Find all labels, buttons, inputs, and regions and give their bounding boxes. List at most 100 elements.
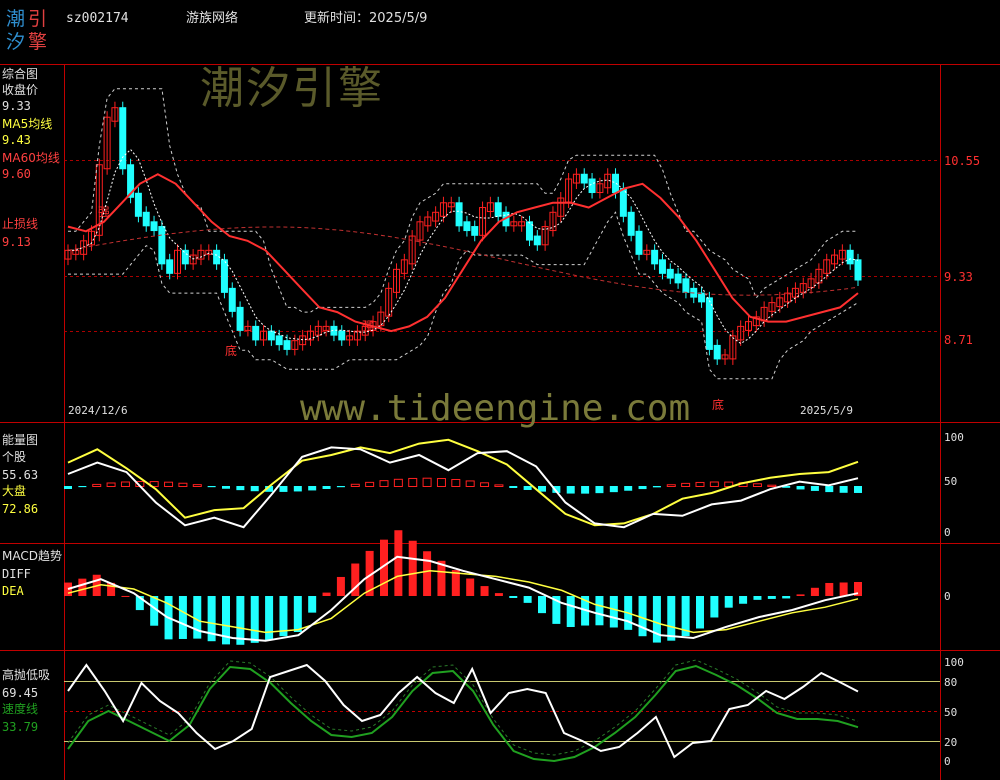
candle-body — [674, 273, 682, 284]
candle-body — [698, 292, 706, 303]
ma5-value: 9.43 — [2, 133, 31, 147]
candle-body — [682, 278, 690, 293]
energy-bar — [279, 486, 288, 492]
candle-body — [267, 330, 275, 341]
main-tick-3: 8.71 — [944, 333, 973, 347]
candle-body — [463, 221, 471, 232]
candle-body — [627, 211, 635, 236]
main-reference-lines — [64, 160, 940, 332]
energy-bar — [638, 486, 647, 490]
candle-body — [619, 188, 627, 217]
stoploss-value: 9.13 — [2, 235, 31, 249]
energy-bar — [451, 478, 461, 488]
gaodi-legend: 高抛低吸 69.45 速度线 33.79 — [2, 667, 50, 734]
macd-bar — [810, 587, 819, 596]
candle-body — [494, 202, 502, 217]
main-panel: 10.55 9.33 8.71 综合图 收盘价 9.33 MA5均线 9.43 … — [2, 66, 980, 417]
energy-bar — [64, 486, 72, 489]
energy-bar — [78, 486, 87, 488]
candle-body — [846, 249, 854, 265]
main-tick-1: 10.55 — [944, 154, 980, 168]
candle-body — [119, 107, 127, 170]
macd-bar — [121, 595, 130, 597]
main-axis-ticks: 10.55 9.33 8.71 — [944, 154, 980, 347]
macd-bar — [825, 582, 834, 596]
candle-body — [713, 344, 721, 360]
date-start: 2024/12/6 — [68, 404, 128, 417]
gaodi-lines — [67, 659, 859, 763]
energy-bar — [624, 486, 633, 491]
energy-bar — [164, 481, 174, 488]
energy-market-label: 大盘 — [2, 483, 26, 498]
macd-diff-label: DIFF — [2, 567, 31, 581]
macd-bars — [64, 530, 862, 645]
macd-bar — [566, 596, 575, 628]
energy-panel: 能量图 个股 55.63 大盘 72.86 100 50 0 — [2, 431, 964, 539]
energy-bar — [379, 480, 389, 488]
gaodi-axis-ticks: 100 80 50 20 0 — [944, 656, 964, 768]
candles-group — [64, 101, 862, 365]
energy-bar — [566, 486, 575, 494]
macd-legend: MACD趋势 DIFF DEA — [2, 549, 62, 598]
energy-bar — [752, 483, 762, 488]
macd-bar — [423, 551, 432, 596]
candle-body — [228, 287, 236, 312]
macd-bar — [739, 596, 748, 604]
macd-bar — [394, 530, 403, 596]
energy-bar — [350, 483, 360, 488]
energy-tick-0: 0 — [944, 526, 951, 539]
macd-dea-label: DEA — [2, 584, 24, 598]
candle-body — [471, 226, 479, 236]
main-lines — [67, 148, 859, 345]
gaodi-tick-20: 20 — [944, 736, 957, 749]
candle-body — [666, 268, 674, 279]
macd-bar — [609, 596, 618, 628]
macd-bar — [322, 592, 331, 596]
macd-bar — [509, 596, 518, 598]
energy-stock-value: 55.63 — [2, 468, 38, 482]
energy-bar — [178, 482, 188, 488]
energy-bar — [92, 483, 102, 487]
header: 潮 引 汐 擎 sz002174 游族网络 更新时间：2025/5/9 — [6, 8, 427, 53]
main-legend: 综合图 收盘价 9.33 MA5均线 9.43 MA60均线 9.60 止损线 … — [2, 66, 60, 249]
candle-body — [134, 192, 142, 217]
candle-body — [338, 330, 346, 341]
candle-body — [283, 340, 291, 350]
watermark-brand: 潮汐引擎 — [200, 63, 384, 114]
energy-bar — [322, 486, 331, 489]
gaodi-speed-label: 速度线 — [2, 701, 38, 716]
energy-bar — [422, 477, 432, 488]
close-value: 9.33 — [2, 99, 31, 113]
macd-bar — [538, 596, 546, 614]
energy-tick-50: 50 — [944, 475, 957, 488]
ma5-label: MA5均线 — [2, 117, 52, 131]
stock-name: 游族网络 — [186, 10, 238, 26]
update-time: 更新时间：2025/5/9 — [304, 10, 427, 26]
candle-body — [651, 249, 659, 265]
energy-bar — [436, 478, 446, 487]
macd-bar — [308, 596, 317, 613]
ma5-line — [68, 148, 859, 345]
energy-stock-label: 个股 — [2, 450, 26, 464]
candle-body — [181, 249, 189, 265]
energy-bar — [854, 486, 862, 493]
candle-body — [252, 325, 260, 341]
energy-bar — [796, 486, 805, 490]
stock-code[interactable]: sz002174 — [66, 11, 129, 26]
band-upper — [68, 88, 858, 313]
energy-bar — [825, 486, 834, 493]
ma60-value: 9.60 — [2, 167, 31, 181]
ma60-label: MA60均线 — [2, 151, 60, 165]
candle-body — [220, 259, 228, 293]
candle-body — [455, 202, 463, 227]
energy-bar — [709, 481, 719, 487]
macd-bar — [796, 594, 805, 596]
energy-bar — [192, 484, 202, 487]
energy-bar — [581, 486, 590, 494]
macd-bar — [595, 596, 604, 626]
energy-bar — [236, 486, 245, 491]
macd-bar — [638, 596, 647, 637]
energy-bar — [308, 486, 317, 491]
gaodi-tick-0: 0 — [944, 755, 951, 768]
energy-bar — [365, 481, 375, 488]
